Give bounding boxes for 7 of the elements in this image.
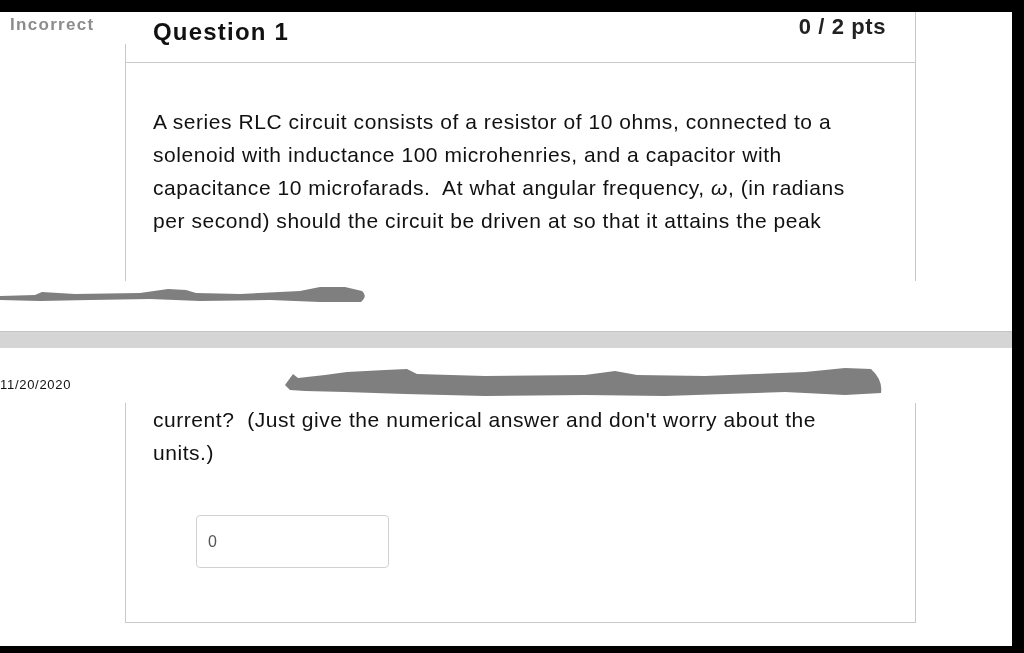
result-label: Incorrect: [10, 15, 95, 35]
question-title: Question 1: [153, 18, 290, 46]
question-text: A series RLC circuit consists of a resistor of 10 ohms, connected to a solenoid with inductance 100 microhenries, and a capacitor with capacitance 10 microfarads. At what angular frequency, ω, (in radians per second) should the circuit be driven at so that it attains the peak: [153, 109, 846, 234]
question-score: 0 / 2 pts: [798, 14, 886, 40]
answer-field[interactable]: 0: [196, 515, 389, 568]
print-date: 11/20/2020: [0, 377, 72, 393]
question-text: current? (Just give the numerical answer and don't worry about the units.): [153, 407, 817, 466]
